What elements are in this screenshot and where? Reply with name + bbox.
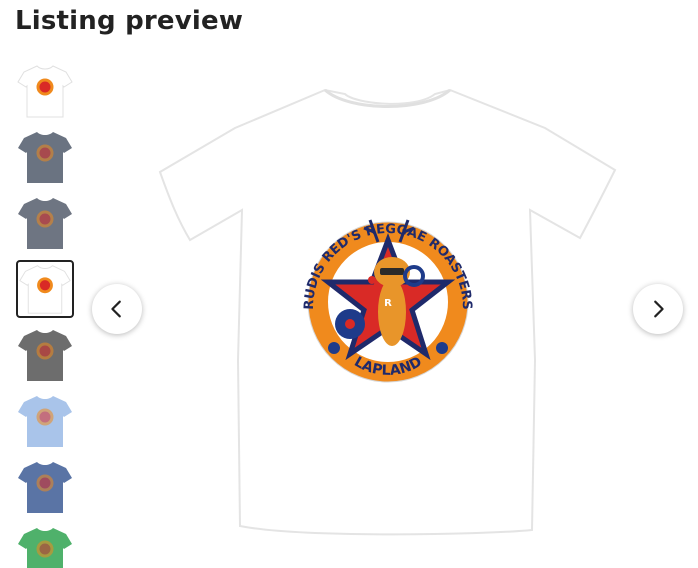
t-shirt-thumbnail-image [18, 528, 72, 568]
thumbnail-2[interactable] [16, 128, 74, 186]
t-shirt-thumbnail-image [18, 330, 72, 381]
t-shirt-thumbnail-image [18, 132, 72, 183]
thumbnail-3[interactable] [16, 194, 74, 252]
chevron-left-icon [111, 300, 121, 318]
t-shirt-thumbnail-image [18, 198, 72, 249]
thumbnail-7[interactable] [16, 458, 74, 516]
thumbnail-4[interactable] [16, 260, 74, 318]
chevron-right-icon [654, 300, 664, 318]
t-shirt-thumbnail-image [18, 462, 72, 513]
t-shirt-thumbnail-image [19, 265, 71, 314]
main-product-image: R RUDIS RED'S REGGAE ROASTERS LAPLAND [150, 60, 625, 545]
t-shirt-thumbnail-image [18, 396, 72, 447]
next-image-button[interactable] [633, 284, 683, 334]
previous-image-button[interactable] [92, 284, 142, 334]
thumbnail-1[interactable] [16, 62, 74, 120]
thumbnail-6[interactable] [16, 392, 74, 450]
thumbnail-5[interactable] [16, 326, 74, 384]
thumbnail-8[interactable] [16, 524, 74, 568]
t-shirt-thumbnail-image [17, 65, 73, 118]
thumbnail-strip [14, 62, 76, 568]
page-title: Listing preview [15, 6, 244, 36]
svg-text:R: R [384, 298, 392, 309]
